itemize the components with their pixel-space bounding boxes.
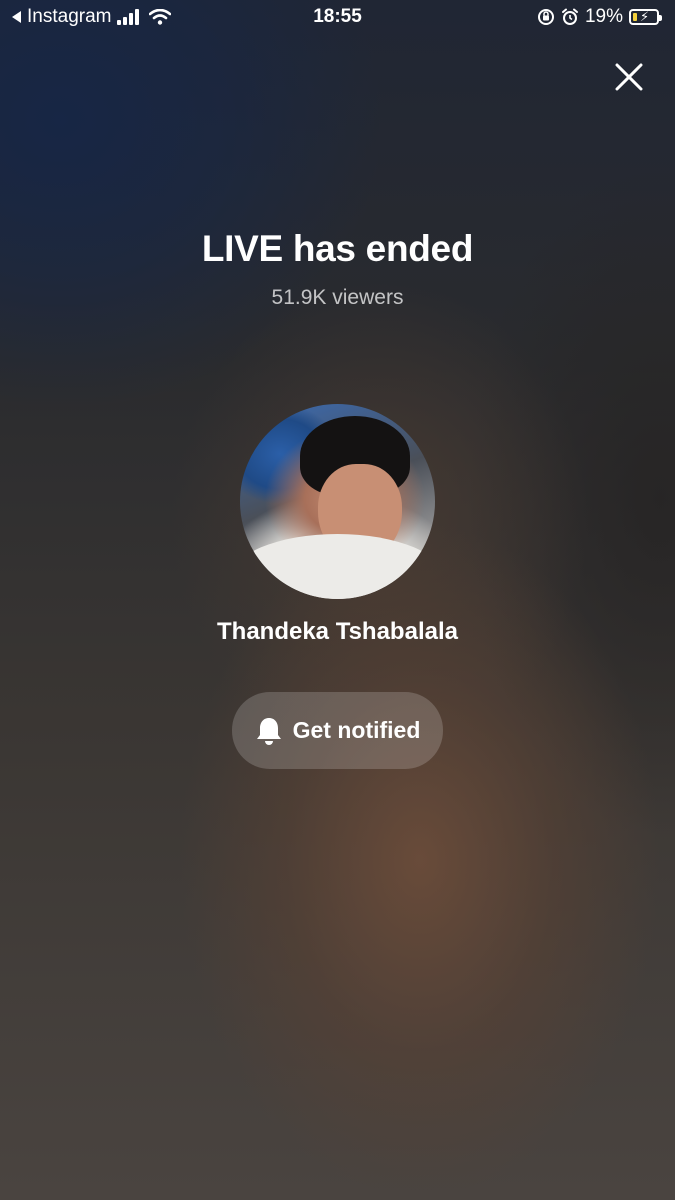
alarm-icon <box>561 8 578 25</box>
bell-icon <box>256 717 281 745</box>
get-notified-button[interactable]: Get notified <box>232 692 443 769</box>
close-button[interactable] <box>612 60 646 94</box>
blurred-background <box>0 0 675 1200</box>
battery-level <box>633 13 637 21</box>
battery-percent: 19% <box>584 6 623 27</box>
avatar-pillow <box>240 534 435 599</box>
orientation-lock-icon <box>537 9 554 25</box>
battery-icon: ⚡ <box>629 9 662 25</box>
status-bar: Instagram 18:55 19% ⚡ <box>0 0 675 36</box>
charging-bolt-icon: ⚡ <box>640 9 650 24</box>
profile-name[interactable]: Thandeka Tshabalala <box>0 618 675 646</box>
profile-avatar[interactable] <box>240 404 435 599</box>
close-icon <box>615 63 643 91</box>
live-ended-title: LIVE has ended <box>201 228 474 269</box>
get-notified-label: Get notified <box>292 717 421 743</box>
viewer-count: 51.9K viewers <box>271 286 404 309</box>
